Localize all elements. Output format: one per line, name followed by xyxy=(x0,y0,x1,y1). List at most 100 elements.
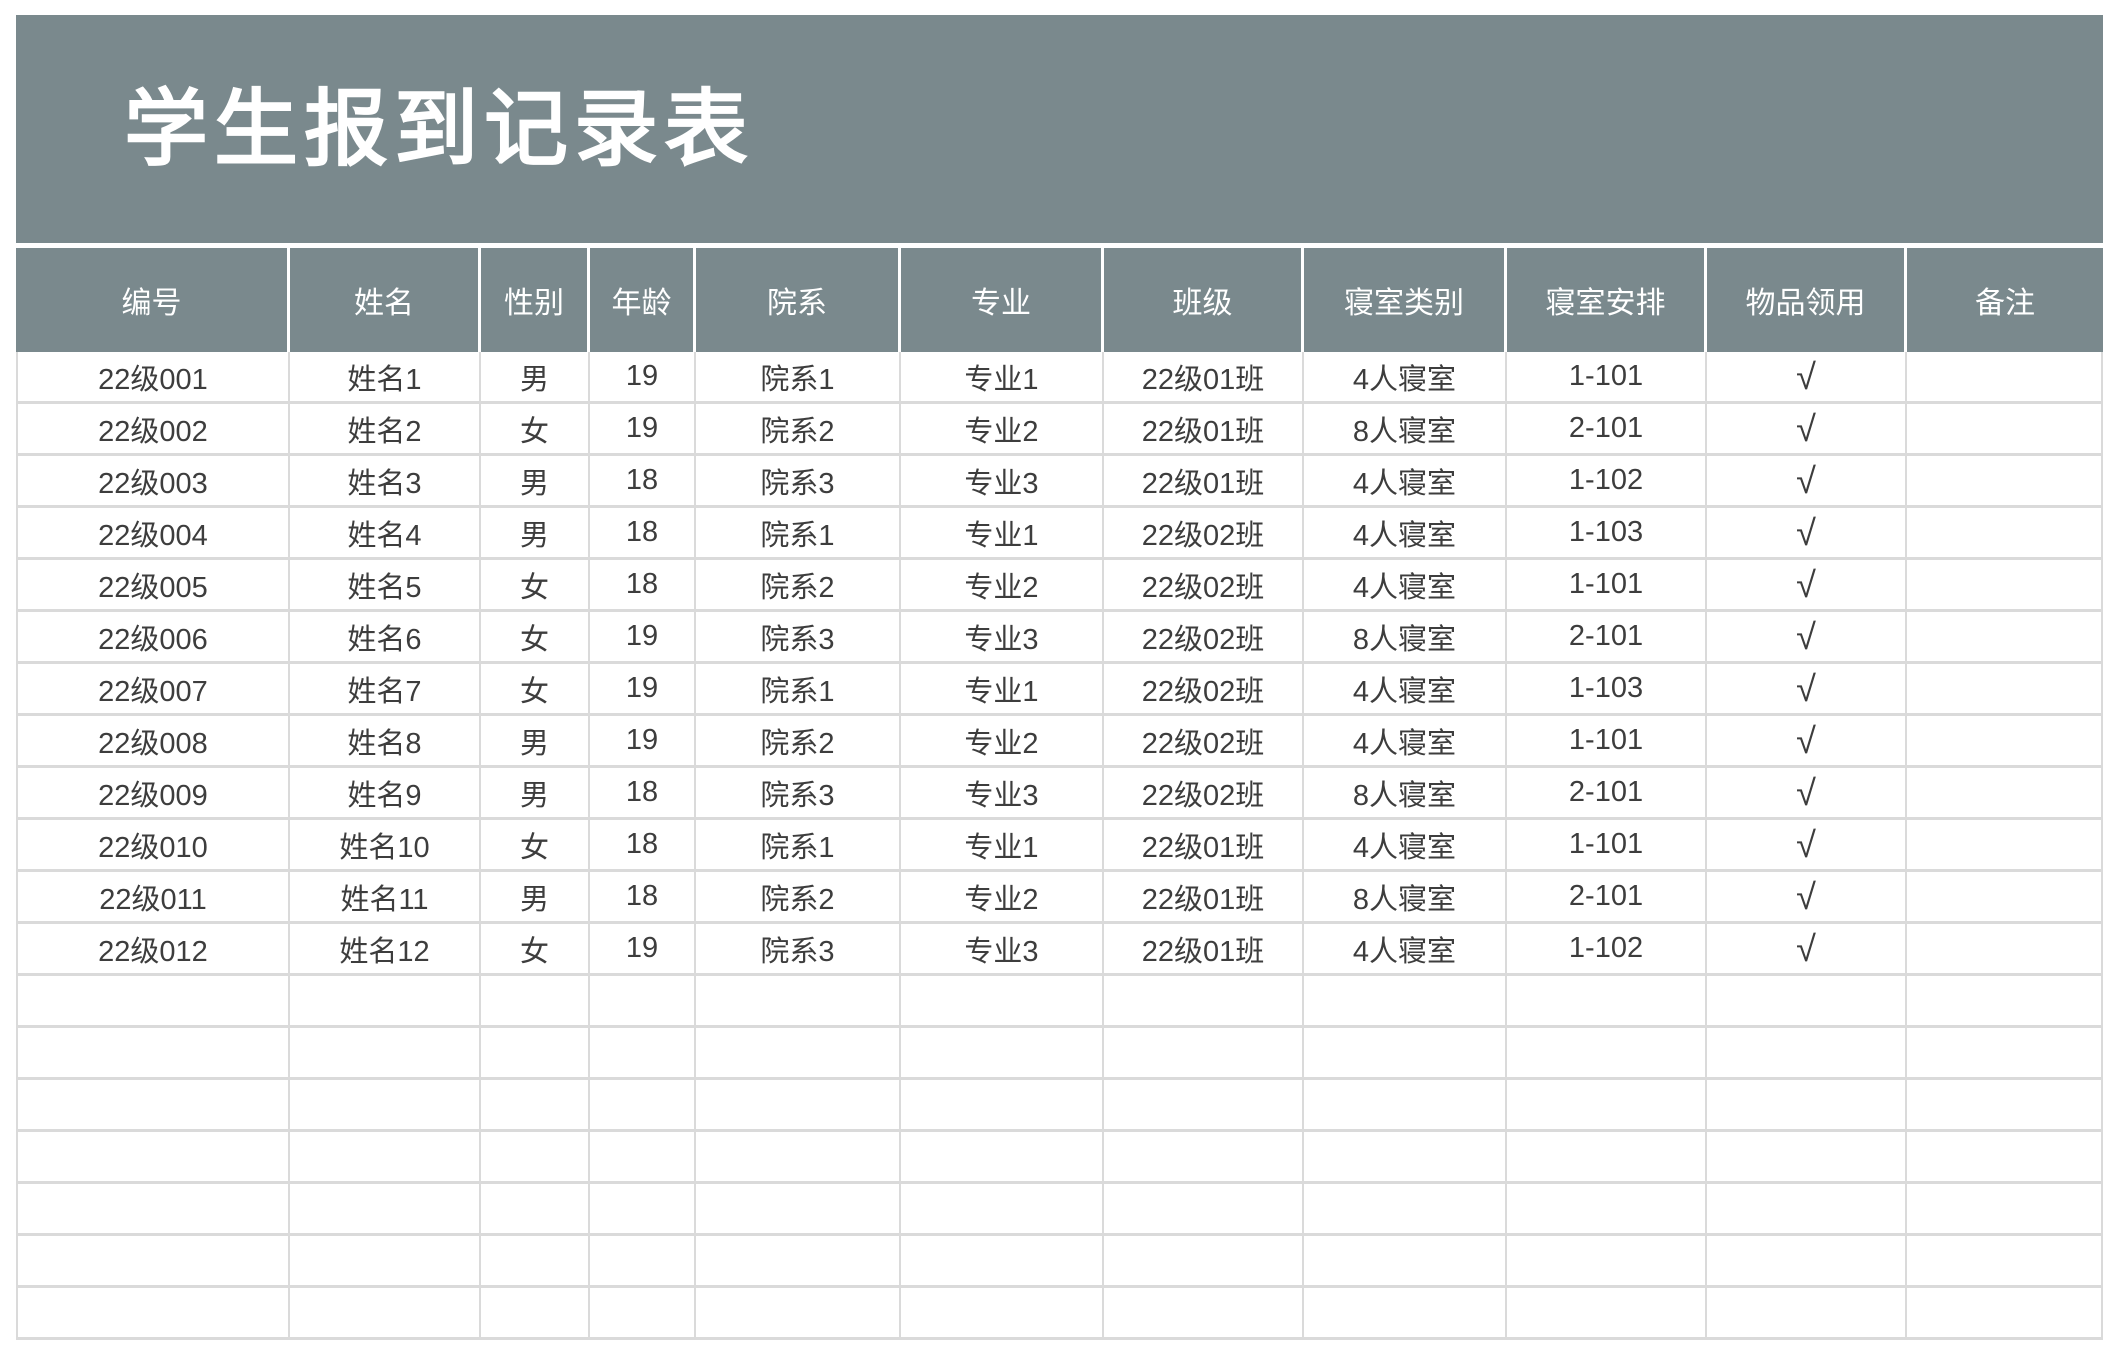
cell-id[interactable]: 22级010 xyxy=(16,820,290,872)
cell-dorm-assignment[interactable]: 1-101 xyxy=(1507,560,1707,612)
cell-remarks[interactable] xyxy=(1907,872,2103,924)
cell-major[interactable] xyxy=(901,1184,1104,1236)
column-header-name[interactable]: 姓名 xyxy=(290,248,481,352)
cell-dorm-assignment[interactable]: 1-102 xyxy=(1507,924,1707,976)
cell-class[interactable]: 22级02班 xyxy=(1104,664,1304,716)
cell-dorm-type[interactable]: 8人寝室 xyxy=(1304,612,1507,664)
cell-gender[interactable] xyxy=(481,1236,590,1288)
cell-remarks[interactable] xyxy=(1907,1080,2103,1132)
cell-remarks[interactable] xyxy=(1907,1028,2103,1080)
cell-class[interactable] xyxy=(1104,1132,1304,1184)
cell-department[interactable] xyxy=(696,976,901,1028)
cell-items-received[interactable]: √ xyxy=(1707,456,1907,508)
cell-id[interactable]: 22级008 xyxy=(16,716,290,768)
cell-major[interactable]: 专业1 xyxy=(901,508,1104,560)
cell-dorm-assignment[interactable]: 2-101 xyxy=(1507,612,1707,664)
cell-major[interactable]: 专业3 xyxy=(901,924,1104,976)
cell-age[interactable] xyxy=(590,976,696,1028)
cell-remarks[interactable] xyxy=(1907,924,2103,976)
cell-major[interactable] xyxy=(901,1132,1104,1184)
cell-age[interactable]: 19 xyxy=(590,612,696,664)
column-header-items-received[interactable]: 物品领用 xyxy=(1707,248,1907,352)
cell-items-received[interactable] xyxy=(1707,976,1907,1028)
cell-name[interactable] xyxy=(290,1236,481,1288)
cell-dorm-assignment[interactable]: 1-102 xyxy=(1507,456,1707,508)
cell-remarks[interactable] xyxy=(1907,560,2103,612)
cell-dorm-assignment[interactable] xyxy=(1507,1288,1707,1340)
cell-gender[interactable] xyxy=(481,1288,590,1340)
cell-dorm-type[interactable] xyxy=(1304,1236,1507,1288)
cell-department[interactable]: 院系1 xyxy=(696,664,901,716)
cell-remarks[interactable] xyxy=(1907,1132,2103,1184)
cell-items-received[interactable]: √ xyxy=(1707,404,1907,456)
cell-remarks[interactable] xyxy=(1907,1288,2103,1340)
cell-remarks[interactable] xyxy=(1907,768,2103,820)
cell-id[interactable]: 22级001 xyxy=(16,352,290,404)
cell-gender[interactable]: 女 xyxy=(481,612,590,664)
cell-department[interactable] xyxy=(696,1132,901,1184)
column-header-major[interactable]: 专业 xyxy=(901,248,1104,352)
cell-age[interactable]: 18 xyxy=(590,456,696,508)
cell-name[interactable] xyxy=(290,1288,481,1340)
cell-dorm-type[interactable]: 4人寝室 xyxy=(1304,456,1507,508)
cell-age[interactable] xyxy=(590,1184,696,1236)
cell-class[interactable]: 22级01班 xyxy=(1104,820,1304,872)
cell-remarks[interactable] xyxy=(1907,1184,2103,1236)
cell-class[interactable]: 22级01班 xyxy=(1104,404,1304,456)
cell-dorm-assignment[interactable]: 1-101 xyxy=(1507,352,1707,404)
cell-gender[interactable] xyxy=(481,1184,590,1236)
cell-items-received[interactable] xyxy=(1707,1080,1907,1132)
cell-remarks[interactable] xyxy=(1907,456,2103,508)
cell-id[interactable]: 22级009 xyxy=(16,768,290,820)
cell-age[interactable]: 18 xyxy=(590,768,696,820)
cell-gender[interactable]: 男 xyxy=(481,872,590,924)
cell-major[interactable]: 专业3 xyxy=(901,612,1104,664)
cell-department[interactable] xyxy=(696,1236,901,1288)
cell-dorm-assignment[interactable] xyxy=(1507,976,1707,1028)
cell-age[interactable]: 19 xyxy=(590,352,696,404)
cell-department[interactable]: 院系2 xyxy=(696,404,901,456)
cell-major[interactable]: 专业2 xyxy=(901,404,1104,456)
cell-department[interactable]: 院系3 xyxy=(696,612,901,664)
cell-name[interactable] xyxy=(290,1184,481,1236)
cell-major[interactable] xyxy=(901,1028,1104,1080)
cell-age[interactable]: 19 xyxy=(590,664,696,716)
cell-id[interactable] xyxy=(16,1184,290,1236)
cell-gender[interactable]: 男 xyxy=(481,768,590,820)
cell-items-received[interactable] xyxy=(1707,1132,1907,1184)
cell-name[interactable]: 姓名2 xyxy=(290,404,481,456)
cell-class[interactable]: 22级02班 xyxy=(1104,560,1304,612)
cell-id[interactable]: 22级003 xyxy=(16,456,290,508)
cell-gender[interactable] xyxy=(481,976,590,1028)
cell-id[interactable]: 22级011 xyxy=(16,872,290,924)
cell-gender[interactable]: 男 xyxy=(481,508,590,560)
cell-class[interactable]: 22级01班 xyxy=(1104,924,1304,976)
cell-items-received[interactable]: √ xyxy=(1707,664,1907,716)
cell-class[interactable] xyxy=(1104,1028,1304,1080)
cell-dorm-type[interactable]: 4人寝室 xyxy=(1304,664,1507,716)
cell-gender[interactable]: 女 xyxy=(481,820,590,872)
cell-items-received[interactable]: √ xyxy=(1707,716,1907,768)
cell-name[interactable]: 姓名9 xyxy=(290,768,481,820)
cell-major[interactable] xyxy=(901,1288,1104,1340)
cell-name[interactable]: 姓名4 xyxy=(290,508,481,560)
cell-gender[interactable]: 女 xyxy=(481,404,590,456)
cell-remarks[interactable] xyxy=(1907,716,2103,768)
cell-major[interactable]: 专业1 xyxy=(901,352,1104,404)
cell-department[interactable] xyxy=(696,1080,901,1132)
cell-remarks[interactable] xyxy=(1907,352,2103,404)
cell-department[interactable]: 院系1 xyxy=(696,820,901,872)
cell-dorm-assignment[interactable] xyxy=(1507,1028,1707,1080)
cell-class[interactable] xyxy=(1104,1080,1304,1132)
cell-gender[interactable]: 女 xyxy=(481,560,590,612)
cell-dorm-type[interactable] xyxy=(1304,1288,1507,1340)
cell-remarks[interactable] xyxy=(1907,820,2103,872)
cell-id[interactable]: 22级007 xyxy=(16,664,290,716)
cell-id[interactable]: 22级002 xyxy=(16,404,290,456)
cell-dorm-type[interactable]: 4人寝室 xyxy=(1304,924,1507,976)
cell-dorm-assignment[interactable]: 2-101 xyxy=(1507,768,1707,820)
cell-dorm-type[interactable]: 8人寝室 xyxy=(1304,872,1507,924)
cell-name[interactable]: 姓名8 xyxy=(290,716,481,768)
cell-name[interactable]: 姓名10 xyxy=(290,820,481,872)
cell-dorm-type[interactable]: 4人寝室 xyxy=(1304,352,1507,404)
